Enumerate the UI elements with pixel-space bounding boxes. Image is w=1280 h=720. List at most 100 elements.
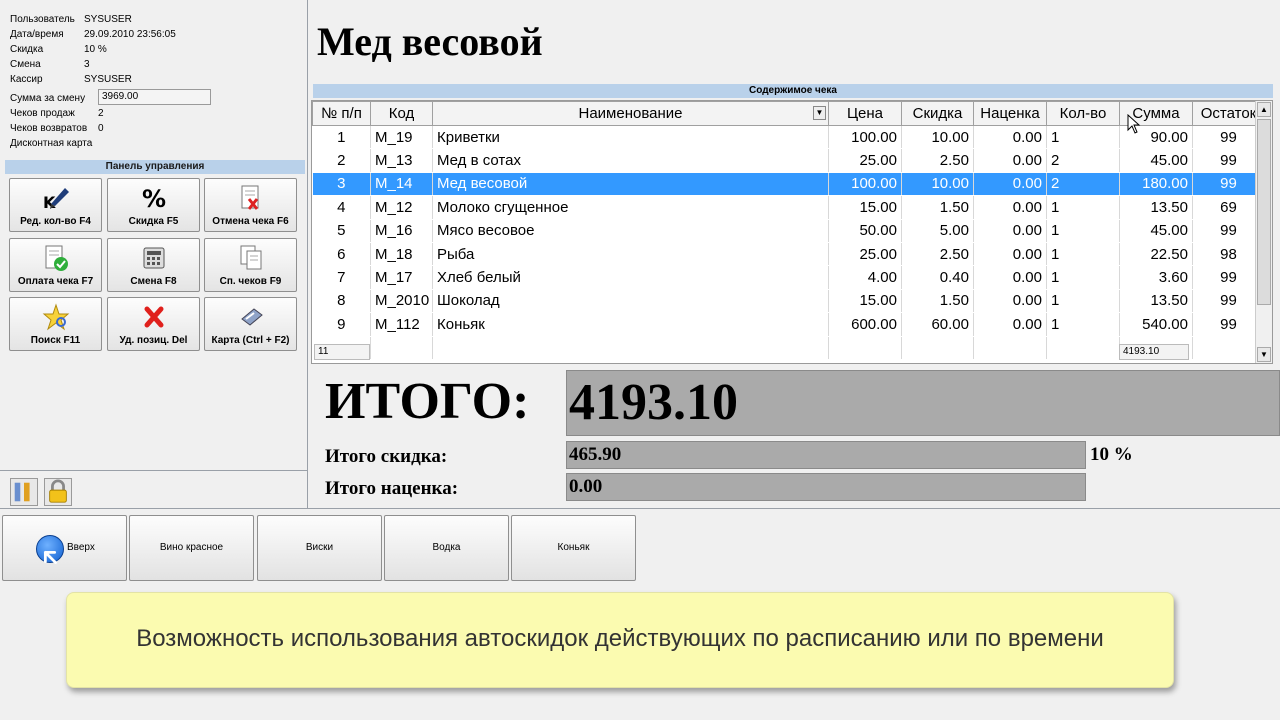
arrow-up-left-icon [36,535,64,564]
column-header[interactable]: Цена [828,101,902,126]
table-cell: M_2010 [370,289,433,314]
table-cell: 98 [1192,242,1265,267]
table-cell: M_18 [370,242,433,267]
info-value: 29.09.2010 23:56:05 [84,29,176,40]
info-row-sales: Чеков продаж 2 [10,106,176,121]
table-cell: M_14 [370,172,433,197]
table-cell: Мед в сотах [432,148,829,173]
table-row[interactable]: 3 M_14 Мед весовой 100.00 10.00 0.00 2 180.00 99 [312,172,1265,197]
cancel-doc-icon [241,185,258,210]
button-label: Смена F8 [130,276,177,287]
info-label: Дата/время [10,29,64,40]
vertical-scrollbar[interactable]: ▲ ▼ [1255,101,1272,363]
table-row[interactable]: 5 M_16 Мясо весовое 50.00 5.00 0.00 1 45.00 99 [312,219,1265,243]
table-header-row: № п/п Код Наименование ▼ Цена Скидка Наце… [312,101,1265,126]
table-cell: 180.00 [1119,172,1193,197]
card-button[interactable]: Карта (Ctrl + F2) [204,297,297,351]
table-cell: 10.00 [901,125,974,150]
info-value: 0 [98,123,104,134]
table-row[interactable]: 4 M_12 Молоко сгущенное 15.00 1.50 0.00 1 13.50… [312,195,1265,220]
table-cell: 0.00 [973,265,1047,290]
table-cell: 3 [312,172,371,197]
markup-total-value: 0.00 [566,473,1086,501]
search-button[interactable]: Поиск F11 [9,297,102,351]
discount-button[interactable]: % Скидка F5 [107,178,200,232]
column-header[interactable]: Наценка [973,101,1047,126]
documents-icon [240,245,261,270]
table-row[interactable]: 2 M_13 Мед в сотах 25.00 2.50 0.00 2 45.00 99 [312,148,1265,173]
category-button[interactable]: Водка [384,515,509,581]
info-row-shift: Смена 3 [10,57,176,72]
table-cell: 0.00 [973,312,1047,337]
table-cell: 99 [1192,289,1265,314]
table-cell: 1 [1046,219,1120,243]
pay-check-button[interactable]: Оплата чека F7 [9,238,102,292]
category-button[interactable]: Вино красное [129,515,254,581]
button-label: Уд. позиц. Del [119,335,188,346]
settings-tools-icon[interactable] [10,478,38,506]
table-cell: 540.00 [1119,312,1193,337]
column-header[interactable]: Код [370,101,433,126]
lock-icon[interactable] [44,478,72,506]
column-header-name[interactable]: Наименование ▼ [432,101,829,126]
receipt-rows: 1 M_19 Криветки 100.00 10.00 0.00 1 90.00 99 2 M_1… [312,125,1265,360]
info-row-returns: Чеков возвратов 0 [10,121,176,136]
shift-button[interactable]: Смена F8 [107,238,200,292]
info-label: Чеков продаж [10,108,75,119]
table-cell: Мясо весовое [432,219,829,243]
info-value: 2 [98,108,104,119]
category-button[interactable]: Коньяк [511,515,636,581]
scroll-down-arrow-icon[interactable]: ▼ [1257,347,1271,362]
delete-x-icon [144,306,163,328]
delete-position-button[interactable]: Уд. позиц. Del [107,297,200,351]
table-cell: 7 [312,265,371,290]
category-button[interactable]: Виски [257,515,382,581]
table-cell: 600.00 [828,312,902,337]
info-label: Скидка [10,44,44,55]
table-cell: 99 [1192,312,1265,337]
column-header[interactable]: Скидка [901,101,974,126]
table-cell: 9 [312,312,371,337]
markup-total-label: Итого наценка: [325,478,459,499]
table-cell: 25.00 [828,148,902,173]
table-cell [432,336,829,360]
table-row[interactable]: 6 M_18 Рыба 25.00 2.50 0.00 1 22.50 98 [312,242,1265,267]
cancel-check-button[interactable]: Отмена чека F6 [204,178,297,232]
table-cell: M_13 [370,148,433,173]
search-star-icon [42,303,69,331]
column-header[interactable]: Кол-во [1046,101,1120,126]
scroll-up-arrow-icon[interactable]: ▲ [1257,102,1271,117]
table-cell: 0.00 [973,219,1047,243]
table-cell: 60.00 [901,312,974,337]
table-row[interactable]: 9 M_112 Коньяк 600.00 60.00 0.00 1 540.00 99 [312,312,1265,337]
caption-banner: Возможность использования автоскидок дей… [66,592,1174,688]
table-row[interactable]: 1 M_19 Криветки 100.00 10.00 0.00 1 90.00 99 [312,125,1265,150]
receipt-title: Содержимое чека [313,84,1273,98]
column-header[interactable]: Остаток [1192,101,1265,126]
table-cell: 2 [1046,148,1120,173]
column-header[interactable]: № п/п [312,101,371,126]
button-label: Отмена чека F6 [212,216,289,227]
up-button[interactable]: Вверх [2,515,127,581]
table-cell: 99 [1192,265,1265,290]
edit-qty-button[interactable]: K Ред. кол-во F4 [9,178,102,232]
table-cell: M_16 [370,219,433,243]
table-cell: 69 [1192,195,1265,220]
table-cell: 25.00 [828,242,902,267]
table-cell: 13.50 [1119,289,1193,314]
table-cell: 5.00 [901,219,974,243]
table-cell: 1 [312,125,371,150]
table-cell [1192,336,1265,360]
table-row[interactable]: 7 M_17 Хлеб белый 4.00 0.40 0.00 1 3.60 99 [312,265,1265,290]
column-header-label: Наименование [578,105,683,122]
scroll-thumb[interactable] [1257,119,1271,305]
sum-footer-field: 4193.10 [1119,344,1189,360]
table-cell: 0.00 [973,242,1047,267]
right-panel: Мед весовой Содержимое чека № п/п Код На… [309,0,1280,508]
table-cell: 50.00 [828,219,902,243]
chevron-down-icon[interactable]: ▼ [813,106,826,120]
table-row[interactable]: 8 M_2010 Шоколад 15.00 1.50 0.00 1 13.50 99 [312,289,1265,314]
check-list-button[interactable]: Сп. чеков F9 [204,238,297,292]
table-cell: 1 [1046,125,1120,150]
table-cell: 45.00 [1119,219,1193,243]
